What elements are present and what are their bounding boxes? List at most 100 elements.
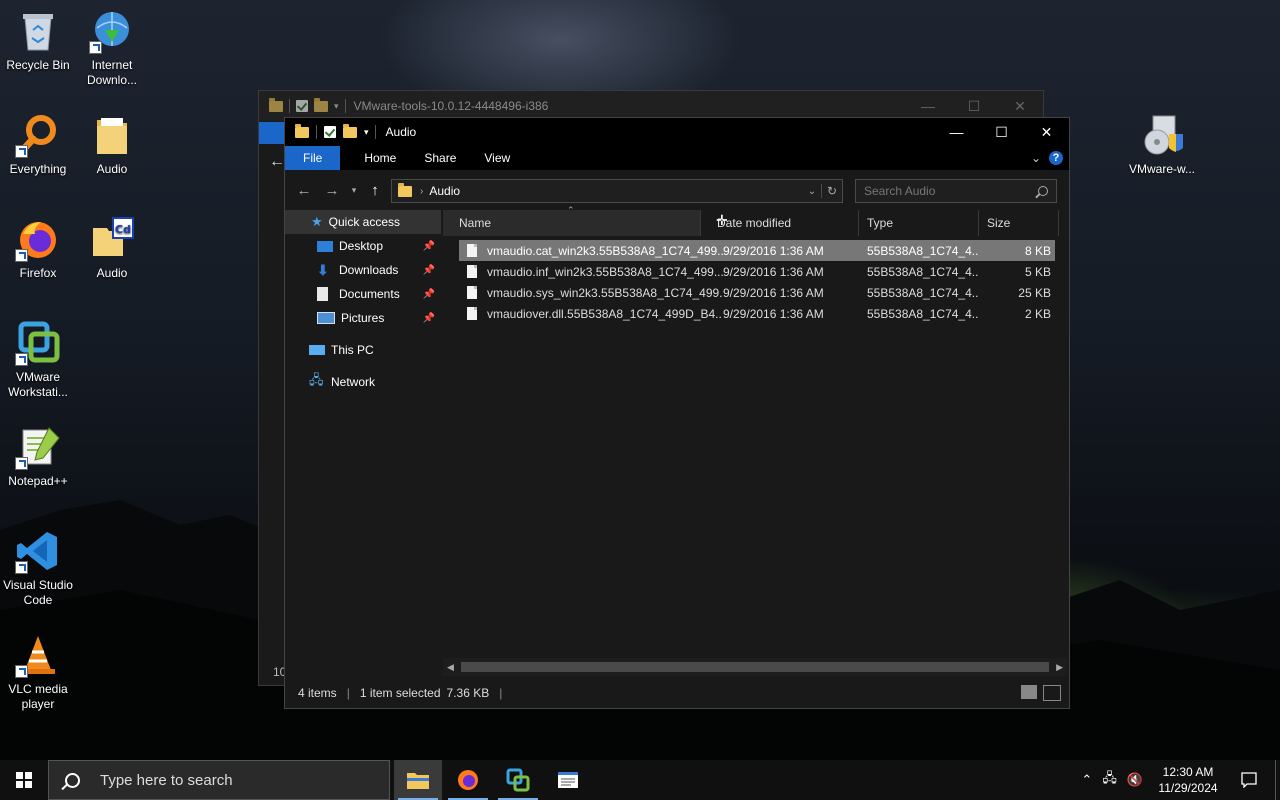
- file-icon: [467, 244, 477, 257]
- svg-text:Cd: Cd: [115, 223, 131, 236]
- file-row[interactable]: vmaudio.sys_win2k3.55B538A8_1C74_499... …: [459, 282, 1055, 303]
- chevron-right-icon[interactable]: ›: [420, 186, 423, 197]
- scroll-right-icon[interactable]: ▶: [1056, 662, 1063, 673]
- back-arrow-icon[interactable]: ←: [269, 153, 285, 171]
- clock-time: 12:30 AM: [1162, 765, 1214, 779]
- window-title: VMware-tools-10.0.12-4448496-i386: [353, 99, 549, 113]
- minimize-button[interactable]: —: [905, 98, 951, 115]
- scrollbar-thumb[interactable]: [461, 662, 1049, 672]
- desktop-icon-audio-package[interactable]: Cd Audio: [74, 216, 150, 281]
- forward-button[interactable]: →: [319, 182, 345, 199]
- nav-network[interactable]: 🖧 Network: [285, 370, 441, 394]
- column-header-name[interactable]: ⌃ Name: [443, 205, 701, 236]
- minimize-button[interactable]: —: [934, 118, 979, 146]
- nav-this-pc[interactable]: This PC: [285, 338, 441, 362]
- window-titlebar[interactable]: ▾ Audio — ☐ ✕: [285, 118, 1069, 146]
- desktop-icon-notepadpp[interactable]: Notepad++: [0, 424, 76, 489]
- start-button[interactable]: [0, 760, 48, 800]
- file-row[interactable]: vmaudiover.dll.55B538A8_1C74_499D_B4... …: [459, 303, 1055, 324]
- search-input[interactable]: [856, 183, 1026, 199]
- window-title: Audio: [385, 125, 417, 139]
- refresh-button[interactable]: ↻: [821, 184, 842, 198]
- folder-icon: [398, 182, 412, 197]
- properties-icon: [296, 100, 308, 112]
- scroll-left-icon[interactable]: ◀: [447, 662, 454, 673]
- search-icon[interactable]: [1038, 186, 1048, 196]
- desktop-icon-label: Recycle Bin: [6, 58, 70, 72]
- file-icon: [467, 265, 477, 278]
- properties-icon[interactable]: [324, 126, 336, 138]
- notifications-button[interactable]: [1233, 772, 1265, 788]
- column-header-size[interactable]: Size: [979, 210, 1059, 236]
- desktop-icon-label: VMware Workstati...: [8, 370, 68, 399]
- details-view-icon[interactable]: [1021, 685, 1037, 699]
- firefox-icon: [458, 770, 478, 790]
- address-field[interactable]: › Audio ⌄ ↻: [391, 179, 843, 203]
- taskbar-firefox[interactable]: [444, 760, 492, 800]
- desktop-icon-firefox[interactable]: Firefox: [0, 216, 76, 281]
- nav-desktop[interactable]: Desktop 📌: [285, 234, 441, 258]
- file-rows: vmaudio.cat_win2k3.55B538A8_1C74_499... …: [459, 240, 1055, 324]
- taskbar-vmware[interactable]: [494, 760, 542, 800]
- nav-quick-access[interactable]: ★ Quick access: [285, 210, 441, 234]
- desktop-icon-vmware-installer[interactable]: VMware-w...: [1124, 112, 1200, 177]
- file-tab[interactable]: [259, 122, 285, 144]
- selection-count: 1 item selected: [359, 686, 441, 700]
- volume-muted-icon[interactable]: 🔇: [1127, 772, 1143, 788]
- maximize-button[interactable]: ☐: [979, 118, 1024, 146]
- taskbar-app-window[interactable]: [544, 760, 592, 800]
- tab-view[interactable]: View: [470, 146, 524, 170]
- horizontal-scrollbar[interactable]: ◀ ▶: [443, 658, 1067, 676]
- taskbar-search[interactable]: [48, 760, 390, 800]
- desktop-icon-vmware-workstation[interactable]: VMware Workstati...: [0, 320, 76, 400]
- pin-icon[interactable]: 📌: [423, 313, 435, 324]
- recent-locations-chevron-icon[interactable]: ▾: [345, 185, 363, 196]
- taskbar-search-input[interactable]: [98, 770, 382, 790]
- chevron-up-icon[interactable]: ⌃: [1081, 772, 1092, 788]
- clock[interactable]: 12:30 AM 11/29/2024: [1153, 764, 1223, 796]
- close-button[interactable]: ✕: [997, 98, 1043, 115]
- explorer-window[interactable]: ▾ Audio — ☐ ✕ File Home Share View ⌄ ? ←…: [284, 117, 1070, 709]
- desktop-icon-recycle-bin[interactable]: Recycle Bin: [0, 8, 76, 73]
- taskbar-file-explorer[interactable]: [394, 760, 442, 800]
- vmware-icon: [15, 320, 61, 366]
- nav-pictures[interactable]: Pictures 📌: [285, 306, 441, 330]
- resize-cursor-icon: ✛: [716, 212, 728, 228]
- up-button[interactable]: ↑: [363, 182, 387, 199]
- sort-ascending-icon: ⌃: [567, 205, 575, 215]
- file-row[interactable]: vmaudio.cat_win2k3.55B538A8_1C74_499... …: [459, 240, 1055, 261]
- star-icon: ★: [311, 214, 323, 229]
- chevron-down-icon[interactable]: ⌄: [803, 186, 821, 197]
- recycle-bin-icon: [15, 8, 61, 54]
- desktop-icon-internet-download-manager[interactable]: Internet Downlo...: [74, 8, 150, 88]
- tab-home[interactable]: Home: [350, 146, 410, 170]
- folder-icon: [269, 97, 283, 112]
- pin-icon[interactable]: 📌: [423, 265, 435, 276]
- network-icon[interactable]: 🖧: [1102, 769, 1117, 791]
- desktop-icon-vlc[interactable]: VLC media player: [0, 632, 76, 712]
- shortcut-arrow-icon: [15, 665, 28, 678]
- nav-downloads[interactable]: ⬇ Downloads 📌: [285, 258, 441, 282]
- desktop-icon-everything[interactable]: Everything: [0, 112, 76, 177]
- desktop-icon-vscode[interactable]: Visual Studio Code: [0, 528, 76, 608]
- nav-label: Network: [331, 375, 376, 389]
- new-folder-icon[interactable]: [343, 123, 357, 138]
- large-icons-view-icon[interactable]: [1043, 685, 1061, 701]
- tab-file[interactable]: File: [285, 146, 341, 170]
- back-button[interactable]: ←: [289, 182, 319, 199]
- pin-icon[interactable]: 📌: [423, 289, 435, 300]
- column-header-type[interactable]: Type: [859, 210, 979, 236]
- chevron-down-icon[interactable]: ▾: [364, 127, 369, 138]
- nav-documents[interactable]: Documents 📌: [285, 282, 441, 306]
- search-box[interactable]: [855, 179, 1057, 203]
- maximize-button[interactable]: ☐: [951, 98, 997, 115]
- desktop-icon-audio-folder[interactable]: Audio: [74, 112, 150, 177]
- expand-ribbon-icon[interactable]: ⌄: [1031, 151, 1041, 165]
- pin-icon[interactable]: 📌: [423, 241, 435, 252]
- show-desktop-button[interactable]: [1275, 760, 1280, 800]
- breadcrumb-audio[interactable]: Audio: [429, 184, 460, 198]
- help-icon[interactable]: ?: [1049, 151, 1063, 165]
- tab-share[interactable]: Share: [410, 146, 470, 170]
- close-button[interactable]: ✕: [1024, 118, 1069, 146]
- file-row[interactable]: vmaudio.inf_win2k3.55B538A8_1C74_499... …: [459, 261, 1055, 282]
